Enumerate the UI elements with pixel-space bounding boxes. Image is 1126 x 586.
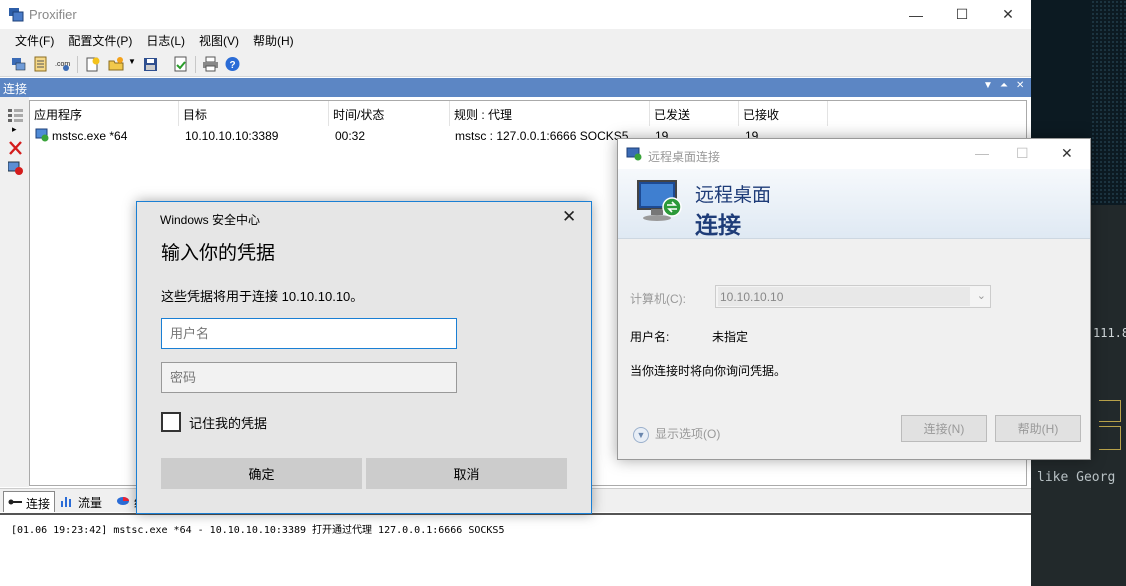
computer-value: 10.10.10.10	[718, 287, 970, 306]
statistics-tab-icon	[117, 497, 129, 505]
table-header: 应用程序 目标 时间/状态 规则 : 代理 已发送 已接收	[30, 101, 1028, 126]
chevron-down-icon[interactable]: ⌄	[977, 289, 986, 302]
menu-help[interactable]: 帮助(H)	[246, 32, 301, 49]
rdp-maximize-button[interactable]: ☐	[1016, 145, 1029, 162]
panel-close-icon[interactable]: ✕	[1016, 80, 1024, 91]
dialog-caption: Windows 安全中心	[160, 213, 261, 227]
save-profile-icon[interactable]	[142, 56, 159, 72]
cell-target: 10.10.10.10:3389	[185, 129, 279, 143]
open-profile-dropdown-icon[interactable]: ▼	[128, 57, 136, 66]
close-button[interactable]: ✕	[985, 0, 1031, 29]
title-bar: Proxifier — ☐ ✕	[0, 0, 1031, 29]
rdp-title-bar: 远程桌面连接 — ☐ ✕	[618, 139, 1090, 169]
menu-log[interactable]: 日志(L)	[139, 32, 192, 49]
dialog-description: 这些凭据将用于连接 10.10.10.10。	[161, 289, 364, 304]
column-application[interactable]: 应用程序	[30, 101, 179, 126]
terminal-pattern	[1091, 0, 1126, 210]
log-line: [01.06 19:23:42] mstsc.exe *64 - 10.10.1…	[11, 525, 505, 536]
windows-security-dialog: Windows 安全中心 ✕ 输入你的凭据 这些凭据将用于连接 10.10.10…	[136, 201, 592, 514]
computer-label: 计算机(C):	[630, 292, 686, 306]
remember-label[interactable]: 记住我的凭据	[189, 413, 267, 432]
username-label: 用户名:	[630, 330, 670, 344]
log-pane: [01.06 19:23:42] mstsc.exe *64 - 10.10.1…	[0, 513, 1031, 586]
window-title: Proxifier	[29, 7, 77, 22]
rdp-banner-line2: 连接	[695, 212, 741, 238]
terminal-box-2	[1099, 426, 1121, 450]
terminal-text-ip: 111.8	[1093, 326, 1126, 340]
column-sent[interactable]: 已发送	[650, 101, 739, 126]
connections-panel-header: 连接 ▼ ⏶ ✕	[0, 78, 1031, 97]
tab-traffic[interactable]: 流量	[56, 491, 106, 512]
traffic-tab-icon	[61, 497, 71, 507]
list-view-icon[interactable]	[8, 108, 23, 122]
expand-arrow-icon[interactable]: ▸	[12, 124, 17, 135]
minimize-button[interactable]: —	[893, 0, 939, 29]
mstsc-app-icon	[35, 128, 49, 142]
remote-desktop-window: 远程桌面连接 — ☐ ✕ 远程桌面 连接 计算机(C): 10.10.10.10…	[617, 138, 1091, 460]
block-connection-icon[interactable]	[8, 161, 23, 175]
terminal-text-line: like Georg	[1037, 470, 1116, 485]
connection-side-toolbar: ▸	[0, 97, 29, 487]
expand-options-icon: ▼	[633, 426, 649, 443]
column-rule-proxy[interactable]: 规则 : 代理	[450, 101, 650, 126]
svg-text:?: ?	[230, 60, 236, 71]
panel-title: 连接	[3, 82, 28, 96]
credentials-info: 当你连接时将向你询问凭据。	[630, 364, 787, 378]
name-resolution-icon[interactable]: .com	[54, 56, 71, 72]
proxy-servers-icon[interactable]	[10, 56, 27, 72]
dialog-heading: 输入你的凭据	[161, 243, 276, 264]
username-input[interactable]	[161, 318, 457, 349]
menu-file[interactable]: 文件(F)	[8, 32, 61, 49]
toolbar-separator	[195, 56, 196, 73]
menu-view[interactable]: 视图(V)	[192, 32, 246, 49]
rdp-app-icon	[626, 147, 642, 161]
panel-menu-icon[interactable]: ▼	[983, 80, 993, 91]
computer-combobox[interactable]: 10.10.10.10 ⌄	[715, 285, 991, 308]
rdp-window-title: 远程桌面连接	[648, 150, 721, 164]
show-options-toggle[interactable]: ▼ 显示选项(O)	[633, 425, 720, 443]
toolbar-separator	[77, 56, 78, 73]
terminal-box-1	[1099, 400, 1121, 422]
username-value: 未指定	[712, 330, 749, 344]
rdp-monitor-icon	[637, 180, 682, 221]
open-profile-icon[interactable]	[108, 56, 125, 72]
maximize-button[interactable]: ☐	[939, 0, 985, 29]
new-profile-icon[interactable]	[84, 56, 101, 72]
cell-time: 00:32	[335, 129, 366, 143]
column-target[interactable]: 目标	[179, 101, 329, 126]
connect-button[interactable]: 连接(N)	[901, 415, 987, 442]
rdp-minimize-button[interactable]: —	[975, 145, 989, 161]
menu-bar: 文件(F) 配置文件(P) 日志(L) 视图(V) 帮助(H)	[0, 29, 1031, 52]
close-connection-icon[interactable]	[8, 141, 23, 155]
show-options-label: 显示选项(O)	[655, 427, 721, 441]
cancel-button[interactable]: 取消	[366, 458, 567, 489]
proxification-rules-icon[interactable]	[32, 56, 49, 72]
remember-checkbox[interactable]	[161, 412, 181, 432]
proxifier-app-icon	[9, 8, 24, 22]
panel-pin-icon[interactable]: ⏶	[1000, 80, 1008, 91]
dialog-close-icon[interactable]: ✕	[562, 207, 576, 227]
toolbar: .com ▼ ?	[0, 52, 1031, 77]
ok-button[interactable]: 确定	[161, 458, 362, 489]
column-time-status[interactable]: 时间/状态	[329, 101, 450, 126]
print-icon[interactable]	[202, 56, 219, 72]
profile-check-icon[interactable]	[172, 56, 189, 72]
tab-label: 连接	[26, 497, 51, 511]
menu-profile[interactable]: 配置文件(P)	[61, 32, 139, 49]
cell-application: mstsc.exe *64	[52, 129, 128, 143]
column-received[interactable]: 已接收	[739, 101, 828, 126]
help-icon[interactable]: ?	[224, 56, 241, 72]
rdp-banner-line1: 远程桌面	[695, 185, 772, 206]
rdp-close-button[interactable]: ✕	[1061, 145, 1073, 162]
cell-rule-proxy: mstsc : 127.0.0.1:6666 SOCKS5	[455, 129, 629, 143]
tab-label: 流量	[78, 496, 103, 510]
help-button[interactable]: 帮助(H)	[995, 415, 1081, 442]
tab-connections[interactable]: 连接	[3, 491, 56, 512]
rdp-banner: 远程桌面 连接	[618, 169, 1090, 239]
password-input[interactable]	[161, 362, 457, 393]
connections-tab-icon	[8, 499, 22, 505]
